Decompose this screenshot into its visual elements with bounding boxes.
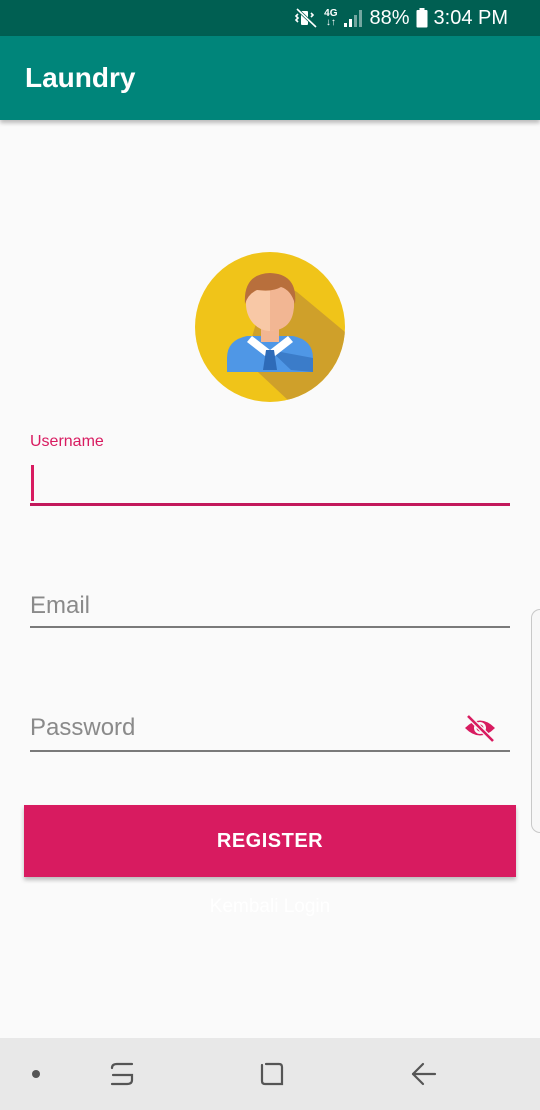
email-underline — [30, 626, 510, 628]
home-icon[interactable] — [248, 1038, 296, 1110]
password-field[interactable] — [30, 710, 450, 746]
battery-percent: 88% — [369, 6, 410, 29]
user-avatar-icon — [195, 252, 345, 402]
app-title: Laundry — [25, 62, 136, 93]
status-bar: 4G ↓↑ 88% 3:04 PM — [0, 0, 540, 36]
app-bar: Laundry — [0, 36, 540, 120]
signal-icon — [343, 8, 363, 28]
eye-off-icon[interactable] — [462, 710, 498, 746]
username-field[interactable]: Username — [30, 433, 510, 509]
password-underline — [30, 750, 510, 752]
status-icons: 4G ↓↑ 88% 3:04 PM — [294, 0, 508, 36]
email-field-container — [30, 588, 510, 636]
clock: 3:04 PM — [433, 6, 508, 29]
vibrate-mute-icon — [294, 7, 318, 29]
recents-icon[interactable] — [98, 1038, 146, 1110]
battery-icon — [416, 8, 428, 28]
back-icon[interactable] — [400, 1038, 448, 1110]
username-underline — [30, 503, 510, 506]
username-label: Username — [30, 433, 104, 450]
back-login-link[interactable]: Kembali Login — [0, 896, 540, 918]
edge-panel-handle[interactable] — [531, 609, 540, 833]
register-button[interactable]: REGISTER — [24, 805, 516, 877]
network-activity-arrows: ↓↑ — [325, 17, 336, 28]
network-type-indicator: 4G ↓↑ — [324, 9, 337, 28]
dot-icon[interactable] — [20, 1038, 52, 1110]
email-field[interactable] — [30, 588, 450, 624]
password-field-container — [30, 710, 510, 758]
navigation-bar — [0, 1038, 540, 1110]
text-cursor — [31, 465, 34, 501]
